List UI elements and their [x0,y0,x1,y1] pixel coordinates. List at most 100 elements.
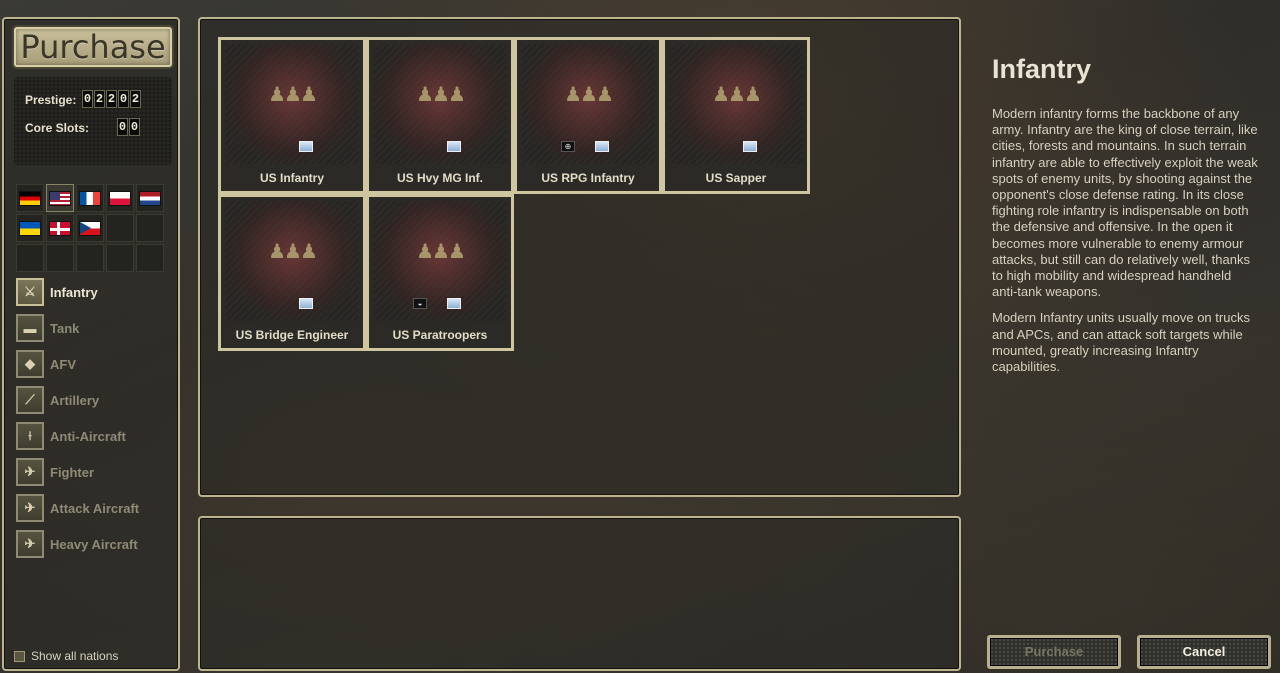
unit-card[interactable]: ♟♟♟ US Sapper [662,37,810,194]
denmark-flag-icon [49,220,71,236]
stats-box: Prestige: 0 2 2 0 2 Core Slots: 0 0 [14,77,172,165]
prestige-digit: 2 [130,90,141,108]
nation-flag-button[interactable] [46,184,74,212]
prestige-label: Prestige: [25,93,77,107]
empty-flag-slot [136,244,164,272]
nation-flag-button[interactable] [106,184,134,212]
core-slots-counter: 0 0 [117,118,140,136]
category-label: Anti-Aircraft [50,428,126,444]
infantry-icon: ⚔ [16,278,44,306]
attack-aircraft-icon: ✈ [16,494,44,522]
artillery-icon: ⟋ [16,386,44,414]
category-artillery[interactable]: ⟋ Artillery [16,382,176,418]
unit-card[interactable]: ♟♟♟ ◒ US Paratroopers [366,194,514,351]
category-attack-aircraft[interactable]: ✈ Attack Aircraft [16,490,176,526]
page-title: Purchase [14,27,172,67]
category-fighter[interactable]: ✈ Fighter [16,454,176,490]
category-label: Heavy Aircraft [50,536,138,552]
category-afv[interactable]: ◆ AFV [16,346,176,382]
nation-flag-button[interactable] [136,184,164,212]
category-label: Artillery [50,392,100,408]
heavy-aircraft-icon: ✈ [16,530,44,558]
empty-flag-slot [16,244,44,272]
cancel-button[interactable]: Cancel [1137,635,1271,669]
tank-icon: ▬ [16,314,44,342]
nation-flag-button[interactable] [76,214,104,242]
unit-name: US Sapper [705,171,767,185]
show-all-nations-toggle[interactable]: Show all nations [14,649,118,663]
unit-card[interactable]: ♟♟♟ ⊕ US RPG Infantry [514,37,662,194]
france-flag-icon [79,190,101,206]
unit-name: US Bridge Engineer [235,328,349,342]
category-anti-aircraft[interactable]: ⟊ Anti-Aircraft [16,418,176,454]
category-label: Attack Aircraft [50,500,140,516]
empty-flag-slot [136,214,164,242]
unit-name: US RPG Infantry [541,171,635,185]
core-slots-digit: 0 [117,118,128,136]
purchase-button[interactable]: Purchase [987,635,1121,669]
empty-flag-slot [76,244,104,272]
unit-grid: ♟♟♟ US Infantry ♟♟♟ US Hvy MG Inf. ♟♟♟ ⊕ US RP… [218,37,810,351]
ukraine-flag-icon [19,220,41,236]
nation-flag-button[interactable] [46,214,74,242]
unit-card[interactable]: ♟♟♟ US Bridge Engineer [218,194,366,351]
unit-detail-panel [198,516,961,671]
soldiers-icon: ♟♟♟ [712,84,762,106]
germany-flag-icon [19,190,41,206]
category-infantry[interactable]: ⚔ Infantry [16,274,176,310]
unit-name: US Hvy MG Inf. [396,171,483,185]
unit-list-panel: ♟♟♟ US Infantry ♟♟♟ US Hvy MG Inf. ♟♟♟ ⊕ US RP… [198,17,961,497]
unit-name: US Infantry [259,171,324,185]
prestige-counter: 0 2 2 0 2 [82,90,141,108]
empty-flag-slot [46,244,74,272]
nation-flags-grid [16,184,164,272]
us-nation-badge-icon [299,298,313,309]
category-tank[interactable]: ▬ Tank [16,310,176,346]
prestige-digit: 2 [94,90,105,108]
afv-icon: ◆ [16,350,44,378]
description-paragraph: Modern infantry forms the backbone of an… [992,106,1258,300]
unit-portrait: ♟♟♟ [669,44,803,164]
prestige-digit: 0 [118,90,129,108]
empty-flag-slot [106,244,134,272]
poland-flag-icon [109,190,131,206]
category-label: Fighter [50,464,95,480]
unit-portrait: ♟♟♟ [521,44,655,164]
unit-card[interactable]: ♟♟♟ US Infantry [218,37,366,194]
show-all-nations-label: Show all nations [31,649,119,663]
description-paragraph: Modern Infantry units usually move on tr… [992,310,1250,375]
us-nation-badge-icon [595,141,609,152]
anti-aircraft-icon: ⟊ [16,422,44,450]
category-description: Modern infantry forms the backbone of an… [992,106,1258,385]
usa-flag-icon [49,190,71,206]
category-label: Infantry [50,284,98,300]
unit-portrait: ♟♟♟ [373,44,507,164]
unit-trait-icon: ◒ [413,298,427,309]
category-label: AFV [50,356,76,372]
soldiers-icon: ♟♟♟ [564,84,614,106]
nation-flag-button[interactable] [76,184,104,212]
unit-name: US Paratroopers [392,328,488,342]
unit-card[interactable]: ♟♟♟ US Hvy MG Inf. [366,37,514,194]
show-all-nations-checkbox[interactable] [14,650,25,662]
prestige-digit: 2 [106,90,117,108]
soldiers-icon: ♟♟♟ [416,84,466,106]
soldiers-icon: ♟♟♟ [416,241,466,263]
us-nation-badge-icon [447,298,461,309]
netherlands-flag-icon [139,190,161,206]
category-heavy-aircraft[interactable]: ✈ Heavy Aircraft [16,526,176,562]
us-nation-badge-icon [447,141,461,152]
category-title: Infantry [992,54,1092,84]
core-slots-digit: 0 [129,118,140,136]
unit-portrait: ♟♟♟ [225,44,359,164]
unit-portrait: ♟♟♟ [225,201,359,321]
nation-flag-button[interactable] [16,184,44,212]
empty-flag-slot [106,214,134,242]
nation-flag-button[interactable] [16,214,44,242]
prestige-digit: 0 [82,90,93,108]
fighter-icon: ✈ [16,458,44,486]
core-slots-label: Core Slots: [25,121,90,135]
us-nation-badge-icon [299,141,313,152]
soldiers-icon: ♟♟♟ [268,241,318,263]
czech-flag-icon [79,220,101,236]
